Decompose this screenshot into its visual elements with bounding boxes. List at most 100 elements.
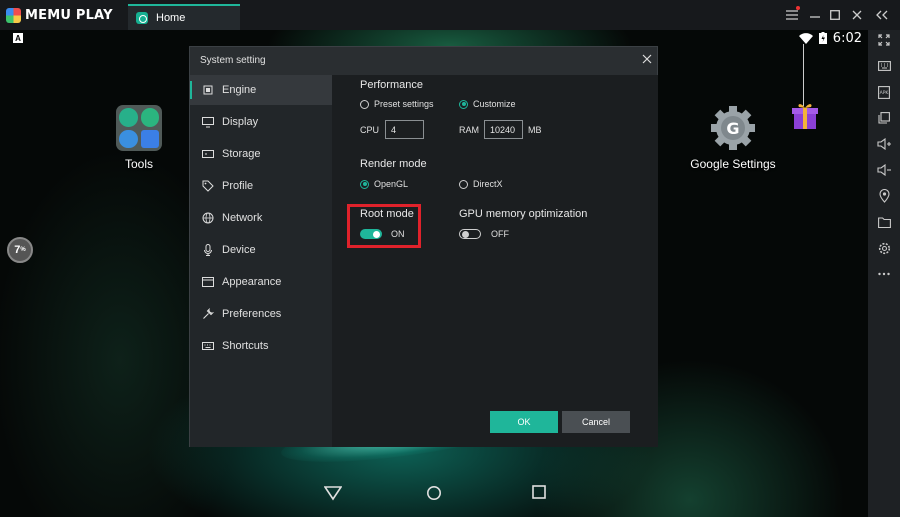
close-icon[interactable] xyxy=(848,6,866,24)
radio-label: DirectX xyxy=(473,179,503,189)
tag-icon xyxy=(202,180,214,192)
settings-icon[interactable] xyxy=(874,238,894,258)
nav-item-label: Storage xyxy=(222,148,261,160)
google-settings-gear-icon: G xyxy=(710,105,756,151)
desktop-app-tools[interactable]: Tools xyxy=(94,105,184,171)
gpu-memory-label: GPU memory optimization xyxy=(459,208,588,220)
microphone-icon xyxy=(204,244,212,256)
monitor-icon xyxy=(202,117,214,128)
volume-down-icon[interactable] xyxy=(874,160,894,180)
battery-icon xyxy=(818,32,827,44)
globe-icon xyxy=(202,212,214,224)
radio-label: OpenGL xyxy=(374,179,409,189)
cpu-input[interactable] xyxy=(385,120,424,139)
status-bar: 6:02 xyxy=(798,30,862,46)
volume-up-icon[interactable] xyxy=(874,134,894,154)
nav-item-profile[interactable]: Profile xyxy=(190,171,332,201)
nav-item-device[interactable]: Device xyxy=(190,235,332,265)
tools-folder-icon xyxy=(116,105,162,151)
radio-directx[interactable]: DirectX xyxy=(459,179,503,189)
performance-label: Performance xyxy=(360,79,423,91)
back-icon[interactable] xyxy=(323,485,344,505)
dialog-title: System setting xyxy=(200,55,266,66)
ram-input[interactable] xyxy=(484,120,523,139)
progress-badge[interactable]: 7% xyxy=(7,237,33,263)
cancel-button[interactable]: Cancel xyxy=(562,411,630,433)
ram-label: RAM xyxy=(459,125,479,135)
nav-item-storage[interactable]: Storage xyxy=(190,139,332,169)
keyboard-icon xyxy=(202,342,214,350)
apk-icon[interactable]: APK xyxy=(874,82,894,102)
window-icon xyxy=(202,277,214,287)
radio-opengl[interactable]: OpenGL xyxy=(360,179,408,189)
radio-preset-settings[interactable]: Preset settings xyxy=(360,99,434,109)
fullscreen-icon[interactable] xyxy=(874,30,894,50)
menu-icon[interactable] xyxy=(783,6,801,24)
render-mode-label: Render mode xyxy=(360,158,427,170)
nav-item-display[interactable]: Display xyxy=(190,107,332,137)
minimize-icon[interactable] xyxy=(806,6,824,24)
status-time: 6:02 xyxy=(832,30,862,46)
gpu-memory-state: OFF xyxy=(491,229,509,239)
desktop-app-google-settings[interactable]: G Google Settings xyxy=(687,105,779,171)
nav-item-label: Profile xyxy=(222,180,254,192)
nav-item-network[interactable]: Network xyxy=(190,203,332,233)
home-icon[interactable] xyxy=(426,485,446,505)
chip-icon xyxy=(203,85,213,95)
apk-text: APK xyxy=(880,90,890,96)
nav-item-label: Appearance xyxy=(222,276,282,288)
nav-item-label: Device xyxy=(222,244,256,256)
nav-item-label: Display xyxy=(222,116,259,128)
nav-item-label: Network xyxy=(222,212,263,224)
wifi-icon xyxy=(798,32,813,44)
desktop-app-label: Tools xyxy=(124,157,153,171)
ok-button[interactable]: OK xyxy=(490,411,558,433)
desktop-app-label: Google Settings xyxy=(690,157,776,171)
radio-indicator xyxy=(459,179,468,189)
more-icon[interactable] xyxy=(874,264,894,284)
nav-item-engine[interactable]: Engine xyxy=(190,75,332,105)
location-icon[interactable] xyxy=(874,186,894,206)
folder-icon[interactable] xyxy=(874,212,894,232)
radio-indicator xyxy=(459,99,468,109)
radio-label: Customize xyxy=(473,99,516,109)
radio-indicator xyxy=(360,99,369,109)
engine-settings-panel: Performance Preset settings Customize CP… xyxy=(332,75,658,447)
right-toolbar: APK xyxy=(868,30,900,517)
cpu-label: CPU xyxy=(360,125,380,135)
radio-indicator xyxy=(360,179,369,189)
nav-item-label: Preferences xyxy=(222,308,282,320)
keyboard-icon[interactable] xyxy=(874,56,894,76)
svg-text:G: G xyxy=(726,119,739,138)
radio-customize[interactable]: Customize xyxy=(459,99,516,109)
memu-logo: MEMU PLAY xyxy=(6,7,113,23)
maximize-icon[interactable] xyxy=(826,6,844,24)
nav-item-preferences[interactable]: Preferences xyxy=(190,299,332,329)
nav-item-label: Shortcuts xyxy=(222,340,269,352)
nav-item-shortcuts[interactable]: Shortcuts xyxy=(190,331,332,361)
notification-app-icon: A xyxy=(13,33,23,43)
progress-unit: % xyxy=(20,247,26,253)
recents-icon[interactable] xyxy=(532,485,552,505)
tab-home[interactable]: Home xyxy=(128,4,240,30)
nav-item-label: Engine xyxy=(222,84,257,96)
multi-window-icon[interactable] xyxy=(874,108,894,128)
radio-label: Preset settings xyxy=(374,99,434,109)
wrench-icon xyxy=(203,308,214,319)
android-nav-bar xyxy=(0,473,868,517)
nav-item-appearance[interactable]: Appearance xyxy=(190,267,332,297)
ram-unit: MB xyxy=(528,125,542,135)
collapse-sidebar-icon[interactable] xyxy=(873,6,891,24)
home-app-icon xyxy=(136,12,148,24)
storage-icon xyxy=(202,150,214,158)
memu-logo-icon xyxy=(6,7,21,23)
notification-dot xyxy=(796,6,800,10)
root-mode-highlight xyxy=(347,204,421,248)
dialog-close-icon[interactable] xyxy=(640,53,654,67)
gpu-memory-toggle[interactable] xyxy=(459,229,481,239)
gift-box-icon[interactable] xyxy=(792,102,818,130)
tab-home-label: Home xyxy=(156,12,186,24)
system-setting-dialog: System setting Engine Display Storage Pr… xyxy=(189,46,658,447)
brand-name: MEMU PLAY xyxy=(25,7,113,23)
gift-string xyxy=(803,44,804,106)
